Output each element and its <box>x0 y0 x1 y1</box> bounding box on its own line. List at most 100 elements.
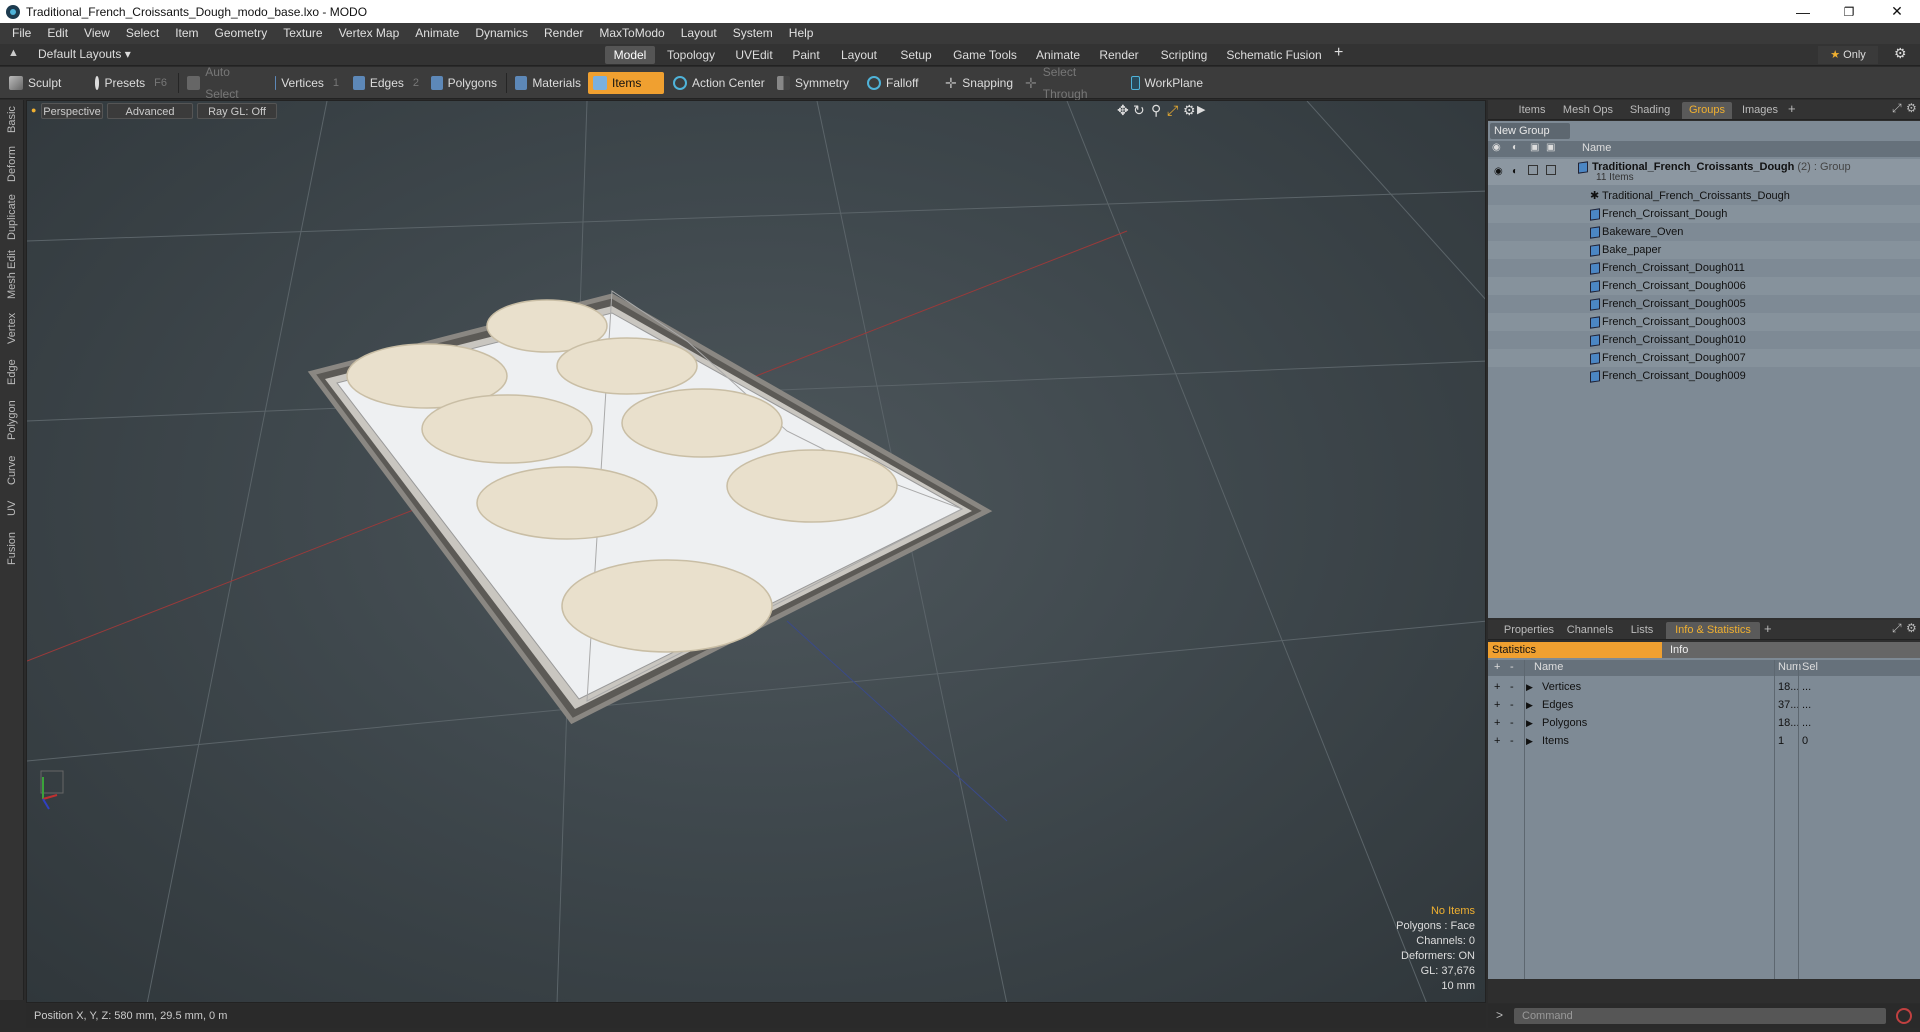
add-panel-tab-icon[interactable]: + <box>1764 621 1772 636</box>
viewport-gear-icon[interactable]: ⚙ <box>1183 102 1196 119</box>
tab-images[interactable]: Images <box>1736 102 1784 119</box>
tab-topology[interactable]: Topology <box>660 46 722 64</box>
tab-game-tools[interactable]: Game Tools <box>946 46 1024 64</box>
view-type-button[interactable]: Perspective <box>41 103 103 119</box>
vtab-curve[interactable]: Curve <box>0 452 24 488</box>
maximize-icon[interactable]: ⤢ <box>1167 102 1178 119</box>
vtab-polygon[interactable]: Polygon <box>0 396 24 444</box>
raygl-button[interactable]: Ray GL: Off <box>197 103 277 119</box>
menu-help[interactable]: Help <box>781 23 822 44</box>
panel-gear-icon[interactable]: ⚙ <box>1906 101 1917 115</box>
tab-channels[interactable]: Channels <box>1562 622 1618 639</box>
add-icon[interactable]: + <box>1494 696 1500 714</box>
list-item[interactable]: ✱ Traditional_French_Croissants_Dough <box>1488 187 1920 205</box>
only-toggle[interactable]: ★ Only <box>1818 46 1878 64</box>
menu-dynamics[interactable]: Dynamics <box>467 23 536 44</box>
pan-icon[interactable]: ✥ <box>1117 102 1129 119</box>
restore-icon[interactable]: ❐ <box>1826 0 1872 23</box>
action-center-button[interactable]: Action Center <box>668 72 770 94</box>
list-item[interactable]: French_Croissant_Dough005 <box>1488 295 1920 313</box>
select-through-button[interactable]: ✛ Select Through <box>1020 65 1122 101</box>
viewport-expand-icon[interactable]: ▶ <box>1197 103 1205 116</box>
list-item[interactable]: French_Croissant_Dough011 <box>1488 259 1920 277</box>
menu-item[interactable]: Item <box>167 23 206 44</box>
tab-scripting[interactable]: Scripting <box>1152 46 1216 64</box>
vtab-basic[interactable]: Basic <box>0 104 24 136</box>
vtab-fusion[interactable]: Fusion <box>0 528 24 568</box>
materials-button[interactable]: Materials <box>510 72 586 94</box>
menu-maxtomodo[interactable]: MaxToModo <box>591 23 672 44</box>
record-icon[interactable] <box>1896 1008 1912 1024</box>
menu-edit[interactable]: Edit <box>39 23 76 44</box>
list-item[interactable]: French_Croissant_Dough006 <box>1488 277 1920 295</box>
tab-info-statistics[interactable]: Info & Statistics <box>1666 622 1760 639</box>
3d-viewport[interactable]: ● Perspective Advanced Ray GL: Off ✥ ↻ ⚲… <box>26 100 1486 1003</box>
viewport-scene[interactable] <box>27 101 1486 1003</box>
collapse-all-icon[interactable]: - <box>1510 661 1514 673</box>
add-panel-tab-icon[interactable]: + <box>1788 101 1796 116</box>
subtab-statistics[interactable]: Statistics <box>1488 642 1662 658</box>
menu-render[interactable]: Render <box>536 23 591 44</box>
menu-select[interactable]: Select <box>118 23 167 44</box>
render-toggle-icon[interactable]: ◐ <box>1512 163 1518 181</box>
tab-groups[interactable]: Groups <box>1682 102 1732 119</box>
select-checkbox[interactable] <box>1546 165 1556 175</box>
panel-expand-icon[interactable]: ⤢ <box>1892 621 1902 636</box>
remove-icon[interactable]: - <box>1510 678 1514 696</box>
sculpt-button[interactable]: Sculpt <box>4 72 88 94</box>
snapping-button[interactable]: ✛ Snapping <box>940 72 1018 94</box>
list-item[interactable]: French_Croissant_Dough003 <box>1488 313 1920 331</box>
settings-gear-icon[interactable]: ⚙ <box>1894 45 1907 62</box>
add-icon[interactable]: + <box>1494 714 1500 732</box>
viewport-menu-dot-icon[interactable]: ● <box>31 105 36 115</box>
expand-all-icon[interactable]: + <box>1494 661 1500 673</box>
menu-view[interactable]: View <box>76 23 118 44</box>
menu-geometry[interactable]: Geometry <box>207 23 276 44</box>
add-icon[interactable]: + <box>1494 678 1500 696</box>
menu-vertex-map[interactable]: Vertex Map <box>331 23 408 44</box>
menu-animate[interactable]: Animate <box>407 23 467 44</box>
tab-layout[interactable]: Layout <box>832 46 886 64</box>
tab-setup[interactable]: Setup <box>892 46 940 64</box>
list-item[interactable]: Bakeware_Oven <box>1488 223 1920 241</box>
tab-shading[interactable]: Shading <box>1622 102 1678 119</box>
vtab-mesh-edit[interactable]: Mesh Edit <box>0 250 24 300</box>
items-button[interactable]: Items <box>588 72 664 94</box>
falloff-button[interactable]: Falloff <box>862 72 928 94</box>
list-item[interactable]: French_Croissant_Dough <box>1488 205 1920 223</box>
expand-arrow-icon[interactable]: ▶ <box>1526 714 1533 732</box>
subtab-info[interactable]: Info <box>1664 642 1920 658</box>
vtab-vertex[interactable]: Vertex <box>0 308 24 348</box>
vtab-deform[interactable]: Deform <box>0 144 24 184</box>
auto-select-button[interactable]: Auto Select <box>182 65 268 101</box>
list-item[interactable]: French_Croissant_Dough009 <box>1488 367 1920 385</box>
remove-icon[interactable]: - <box>1510 732 1514 750</box>
list-item[interactable]: Bake_paper <box>1488 241 1920 259</box>
tab-lists[interactable]: Lists <box>1622 622 1662 639</box>
shading-mode-button[interactable]: Advanced <box>107 103 193 119</box>
presets-button[interactable]: Presets F6 <box>90 72 172 94</box>
menu-texture[interactable]: Texture <box>275 23 330 44</box>
group-row[interactable]: ◉ ◐ Traditional_French_Croissants_Dough … <box>1488 159 1920 185</box>
add-icon[interactable]: + <box>1494 732 1500 750</box>
menu-system[interactable]: System <box>725 23 781 44</box>
tab-schematic-fusion[interactable]: Schematic Fusion <box>1222 46 1326 64</box>
list-item[interactable]: French_Croissant_Dough010 <box>1488 331 1920 349</box>
close-icon[interactable]: ✕ <box>1874 0 1920 23</box>
layout-preset-dropdown[interactable]: Default Layouts ▾ <box>38 47 131 61</box>
menu-layout[interactable]: Layout <box>673 23 725 44</box>
tab-uvedit[interactable]: UVEdit <box>728 46 780 64</box>
panel-gear-icon[interactable]: ⚙ <box>1906 621 1917 635</box>
zoom-icon[interactable]: ⚲ <box>1151 102 1161 119</box>
command-input[interactable]: Command <box>1514 1008 1886 1024</box>
list-item[interactable]: French_Croissant_Dough007 <box>1488 349 1920 367</box>
minimize-icon[interactable]: — <box>1780 0 1826 23</box>
polygons-button[interactable]: Polygons <box>426 72 502 94</box>
workplane-button[interactable]: WorkPlane <box>1126 72 1208 94</box>
lock-checkbox[interactable] <box>1528 165 1538 175</box>
stats-row[interactable]: + - ▶ Vertices 18...... <box>1488 678 1920 696</box>
tab-properties[interactable]: Properties <box>1500 622 1558 639</box>
vtab-edge[interactable]: Edge <box>0 356 24 388</box>
expand-arrow-icon[interactable]: ▶ <box>1526 732 1533 750</box>
tab-items[interactable]: Items <box>1510 102 1554 119</box>
